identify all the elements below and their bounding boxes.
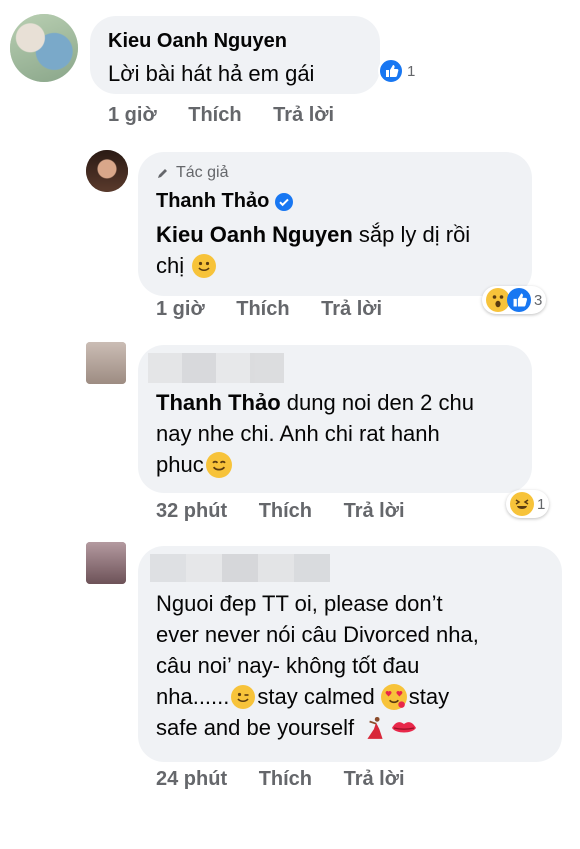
smile-emoji-icon bbox=[205, 451, 232, 478]
comment-time[interactable]: 1 giờ bbox=[108, 104, 157, 126]
blurred-author-name bbox=[148, 353, 284, 383]
like-button[interactable]: Thích bbox=[259, 768, 312, 790]
comment-text: Thanh Thảo dung noi den 2 chu nay nhe ch… bbox=[156, 390, 474, 478]
comment-actions: 1 giờ Thích Trả lời bbox=[108, 104, 360, 127]
reaction-count: 3 bbox=[534, 291, 543, 309]
like-button[interactable]: Thích bbox=[188, 104, 241, 126]
author-row: Thanh Thảo bbox=[156, 190, 294, 213]
verified-icon bbox=[275, 192, 294, 211]
comment-actions: 32 phút Thích Trả lời bbox=[156, 500, 431, 523]
comment-author[interactable]: Kieu Oanh Nguyen bbox=[108, 30, 287, 53]
comment-time[interactable]: 1 giờ bbox=[156, 298, 205, 320]
comment-text: Lời bài hát hả em gái bbox=[108, 61, 315, 86]
mention-link[interactable]: Kieu Oanh Nguyen bbox=[156, 222, 353, 247]
comment-bubble: Kieu Oanh Nguyen Lời bài hát hả em gái bbox=[90, 16, 380, 94]
blurred-author-name bbox=[150, 554, 330, 582]
comment-bubble: Thanh Thảo dung noi den 2 chu nay nhe ch… bbox=[138, 345, 532, 493]
pencil-icon bbox=[158, 169, 167, 178]
reaction-summary[interactable]: 1 bbox=[506, 490, 550, 518]
reply-button[interactable]: Trả lời bbox=[273, 104, 334, 126]
comment-text: Kieu Oanh Nguyen sắp ly dị rồi chị bbox=[156, 222, 471, 278]
haha-reaction-icon bbox=[510, 492, 534, 516]
dancer-emoji-icon bbox=[362, 715, 388, 741]
comment-text: Nguoi đep TT oi, please don’t ever never… bbox=[156, 591, 479, 741]
like-reaction-icon bbox=[378, 58, 404, 84]
reply-button[interactable]: Trả lời bbox=[344, 500, 405, 522]
reply-button[interactable]: Trả lời bbox=[344, 768, 405, 790]
comment-actions: 1 giờ Thích Trả lời bbox=[156, 298, 408, 321]
reaction-count: 1 bbox=[537, 495, 546, 513]
like-button[interactable]: Thích bbox=[259, 500, 312, 522]
comment-author[interactable]: Thanh Thảo bbox=[156, 190, 269, 213]
comment-actions: 24 phút Thích Trả lời bbox=[156, 768, 431, 791]
author-badge: Tác giả bbox=[156, 164, 228, 182]
comment-time[interactable]: 32 phút bbox=[156, 500, 227, 522]
love-face-emoji-icon bbox=[380, 683, 407, 710]
like-reaction-icon bbox=[507, 288, 531, 312]
avatar-anonymous[interactable] bbox=[86, 542, 126, 584]
smile-emoji-icon bbox=[192, 253, 217, 278]
wink-emoji-icon bbox=[231, 684, 256, 709]
reply-button[interactable]: Trả lời bbox=[321, 298, 382, 320]
avatar-anonymous[interactable] bbox=[86, 342, 126, 384]
reaction-summary[interactable]: 1 bbox=[374, 56, 419, 86]
reaction-count: 1 bbox=[407, 62, 416, 80]
avatar-kieu-oanh-nguyen[interactable] bbox=[10, 14, 78, 82]
comment-time[interactable]: 24 phút bbox=[156, 768, 227, 790]
mention-link[interactable]: Thanh Thảo bbox=[156, 390, 281, 415]
comment-bubble: Tác giả Thanh Thảo Kieu Oanh Nguyen sắp … bbox=[138, 152, 532, 296]
like-button[interactable]: Thích bbox=[236, 298, 289, 320]
reaction-summary[interactable]: 3 bbox=[482, 286, 547, 314]
lips-emoji-icon bbox=[390, 716, 418, 740]
comment-bubble: Nguoi đep TT oi, please don’t ever never… bbox=[138, 546, 562, 762]
avatar-thanh-thao[interactable] bbox=[86, 150, 128, 192]
